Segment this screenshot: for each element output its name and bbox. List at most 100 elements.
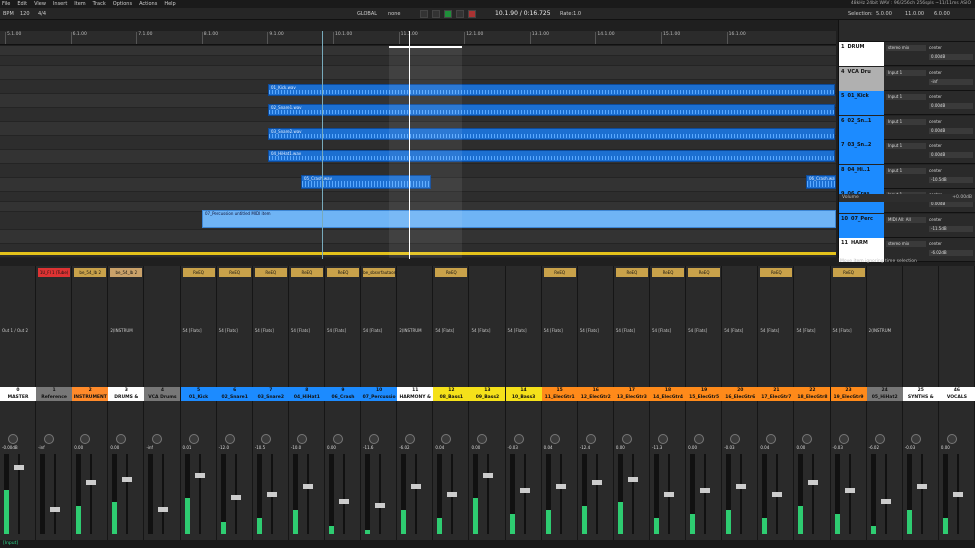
volume-fader-cap[interactable] <box>86 480 97 486</box>
rewind-icon[interactable] <box>420 10 428 18</box>
track-volume[interactable]: 0.00dB <box>929 152 973 158</box>
track-header[interactable]: 5 01_Kick Input 1 0.00dB center <box>839 91 975 115</box>
track-volume[interactable]: -inf <box>929 78 973 85</box>
mixer-strip[interactable]: ReEQ 54 [Flats] 17 13_ElecGtr3 0.00 <box>613 266 650 548</box>
volume-value[interactable]: +0.00dB <box>952 194 972 202</box>
pan-knob[interactable] <box>621 434 632 444</box>
time-selection[interactable] <box>389 46 462 258</box>
track-name[interactable]: 4 VCA Dru <box>839 66 884 91</box>
track-pan[interactable]: center <box>929 168 973 174</box>
volume-fader-cap[interactable] <box>952 491 963 497</box>
mixer-strip[interactable]: be_sbsvrfautaom 54 [Flats] 10 07_Percussio -… <box>361 266 398 548</box>
clip-audio[interactable]: 06_Crash.wav <box>806 175 836 189</box>
volume-fader-cap[interactable] <box>772 491 783 497</box>
volume-fader-cap[interactable] <box>519 487 530 493</box>
track-header[interactable]: 1 DRUM stereo mix 0.00dB center <box>839 42 975 66</box>
io-routing[interactable]: 2(INSTRUM <box>869 328 901 333</box>
io-routing[interactable]: 54 [Flats] <box>652 328 684 333</box>
time-signature[interactable]: 4/4 <box>38 8 46 20</box>
track-volume[interactable]: -10.5dB <box>929 176 973 183</box>
track-pan[interactable]: center <box>929 143 973 149</box>
clip-audio[interactable]: 03_Snare2.wav <box>268 128 835 140</box>
volume-fader-track[interactable] <box>704 454 707 534</box>
io-routing[interactable]: 2(INSTRUM <box>399 328 431 333</box>
pan-knob[interactable] <box>405 434 416 444</box>
strip-header[interactable]: 3 DRUMS & <box>108 387 145 401</box>
fx-slot[interactable]: ReEQ <box>182 268 215 277</box>
volume-fader-cap[interactable] <box>916 484 927 489</box>
volume-fader-cap[interactable] <box>700 487 711 493</box>
pan-knob[interactable] <box>477 434 488 444</box>
io-routing[interactable]: Out 1 / Out 2 <box>2 328 34 333</box>
track-input-select[interactable]: Input 1 <box>886 167 926 174</box>
track-volume[interactable]: -6.02dB <box>929 250 973 256</box>
pan-knob[interactable] <box>802 434 813 444</box>
strip-header[interactable]: 9 06_Crash <box>325 387 361 401</box>
pan-knob[interactable] <box>549 434 560 444</box>
io-routing[interactable]: 54 [Flats] <box>724 328 756 333</box>
pan-knob[interactable] <box>658 434 668 444</box>
volume-fader-track[interactable] <box>884 454 887 534</box>
io-routing[interactable]: 54 [Flats] <box>435 328 467 333</box>
pan-knob[interactable] <box>333 434 343 444</box>
fx-slot[interactable]: be_sbsvrfautaom <box>363 268 398 277</box>
io-routing[interactable]: 54 [Flats] <box>219 328 251 333</box>
track-pan[interactable]: center <box>929 217 973 223</box>
fx-slot[interactable]: ReEQ <box>652 268 684 277</box>
menu-item-actions[interactable]: Actions <box>139 1 157 7</box>
volume-fader-cap[interactable] <box>627 476 638 482</box>
menu-item-item[interactable]: Item <box>74 1 85 7</box>
pan-knob[interactable] <box>152 434 163 444</box>
strip-header[interactable]: 15 11_ElecGtr1 <box>541 387 578 401</box>
track-volume[interactable]: 0.00dB <box>929 103 973 109</box>
record-icon[interactable] <box>468 10 476 18</box>
selection-end[interactable]: 11.0.00 <box>905 8 924 20</box>
track-name[interactable]: 1 DRUM <box>839 42 884 66</box>
playhead[interactable] <box>409 31 410 259</box>
mixer-strip[interactable]: 4 VCA Drums -inf <box>144 266 181 548</box>
pan-knob[interactable] <box>260 434 271 444</box>
volume-fader-cap[interactable] <box>808 480 819 486</box>
stop-icon[interactable] <box>432 10 440 18</box>
track-header[interactable]: 8 04_Hi..1 Input 1 -10.5dB center <box>839 164 975 189</box>
strip-header[interactable]: 10 07_Percussio <box>361 387 398 401</box>
strip-header[interactable]: 46 VOCALS <box>938 387 975 401</box>
volume-fader-cap[interactable] <box>158 506 169 512</box>
track-pan[interactable]: center <box>929 94 973 100</box>
track-name[interactable]: 7 03_Sn..2 <box>839 140 884 164</box>
mixer-strip[interactable]: 25 SYNTHS & -0.03 <box>902 266 939 548</box>
io-routing[interactable]: 54 [Flats] <box>183 328 215 333</box>
selection-start[interactable]: 5.0.00 <box>876 8 892 20</box>
fx-slot[interactable]: ReEQ <box>218 268 251 277</box>
mixer-strip[interactable]: 54 [Flats] 20 16_ElecGtr6 -0.03 <box>722 266 759 548</box>
volume-fader-cap[interactable] <box>555 484 566 489</box>
pan-knob[interactable] <box>224 434 235 444</box>
mixer-strip[interactable]: ReEQ 54 [Flats] 6 02_Snare1 -12.0 <box>216 266 253 548</box>
mixer-strip[interactable]: 2(INSTRUM 11 HARMONY & -6.02 <box>397 266 434 548</box>
pan-knob[interactable] <box>441 434 452 444</box>
strip-header[interactable]: 21 17_ElecGtr7 <box>758 387 795 401</box>
menu-item-insert[interactable]: Insert <box>53 1 67 7</box>
strip-header[interactable]: 8 04_HiHat1 <box>288 387 325 401</box>
pan-knob[interactable] <box>838 434 849 444</box>
volume-fader-track[interactable] <box>595 454 598 534</box>
groove-mode[interactable]: GLOBAL <box>357 8 377 20</box>
volume-fader-track[interactable] <box>848 454 851 534</box>
strip-header[interactable]: 23 19_ElecGtr9 <box>830 387 867 401</box>
strip-header[interactable]: 0 MASTER <box>0 387 36 401</box>
track-name[interactable]: 6 02_Sn..1 <box>839 115 884 140</box>
volume-fader-cap[interactable] <box>230 495 241 501</box>
volume-fader-track[interactable] <box>740 454 743 534</box>
volume-fader-track[interactable] <box>343 454 345 534</box>
strip-header[interactable]: 1 Reference <box>36 387 73 401</box>
io-routing[interactable]: 54 [Flats] <box>688 328 720 333</box>
io-routing[interactable]: 54 [Flats] <box>796 328 828 333</box>
strip-header[interactable]: 22 18_ElecGtr8 <box>794 387 831 401</box>
mixer-strip[interactable]: ReEQ 54 [Flats] 15 11_ElecGtr1 0.04 <box>541 266 578 548</box>
strip-header[interactable]: 12 08_Bass1 <box>433 387 470 401</box>
io-routing[interactable]: 2(INSTRUM <box>110 328 142 333</box>
strip-header[interactable]: 20 16_ElecGtr6 <box>722 387 759 401</box>
fx-slot[interactable]: ReEQ <box>615 268 648 277</box>
timeline-ruler[interactable]: 5.1.006.1.007.1.008.1.009.1.0010.1.0011.… <box>0 31 836 45</box>
track-input-select[interactable]: stereo mix <box>886 241 926 247</box>
